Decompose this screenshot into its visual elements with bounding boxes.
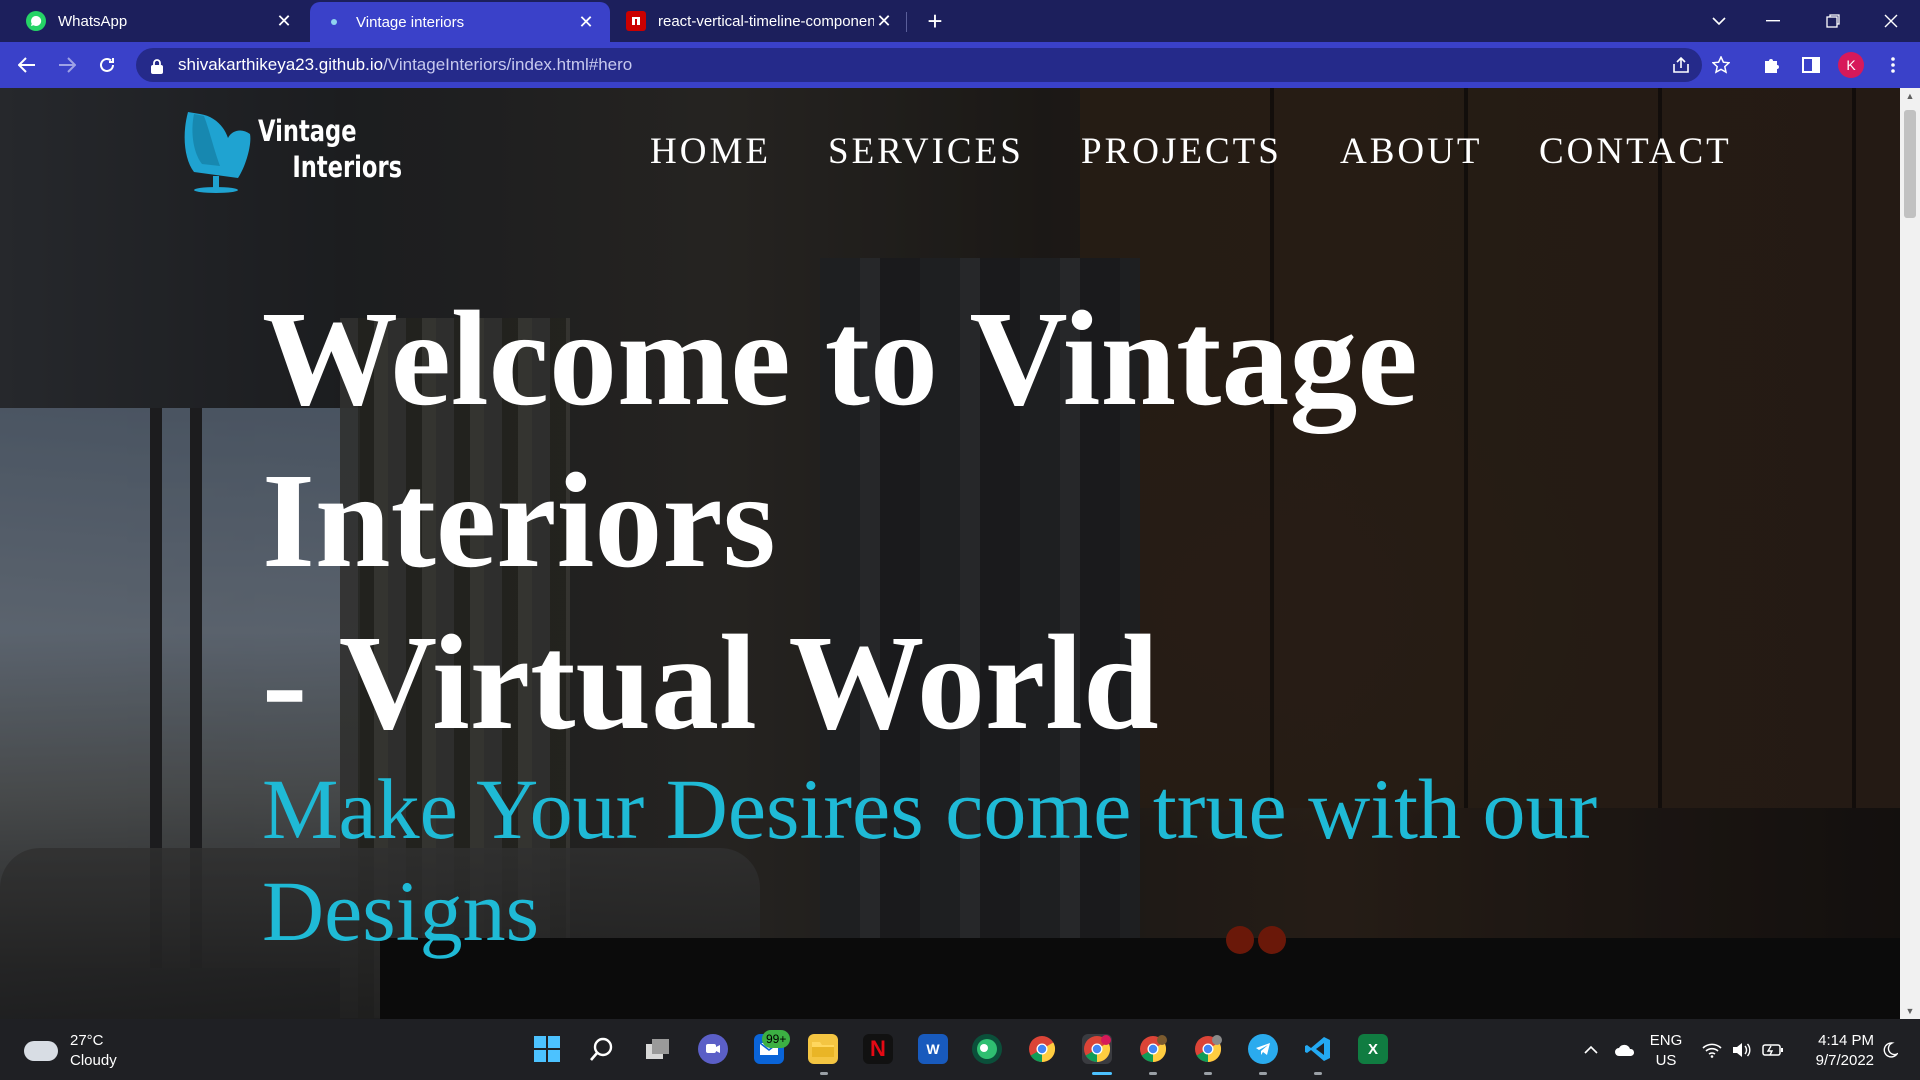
nav-services[interactable]: SERVICES bbox=[828, 130, 1024, 173]
hero-title-line-3: - Virtual World bbox=[262, 608, 1159, 758]
chrome-profile-k-icon[interactable] bbox=[1082, 1034, 1112, 1064]
running-indicator bbox=[820, 1072, 828, 1075]
url-text: shivakarthikeya23.github.io/VintageInter… bbox=[178, 55, 632, 75]
input-language-indicator[interactable]: ENG US bbox=[1648, 1031, 1684, 1071]
page-scrollbar[interactable]: ▲ ▼ bbox=[1900, 88, 1920, 1019]
tab-title: Vintage interiors bbox=[356, 13, 465, 31]
search-icon[interactable] bbox=[587, 1034, 617, 1064]
whatsapp-icon bbox=[26, 11, 46, 31]
share-icon[interactable] bbox=[1666, 50, 1696, 80]
focus-assist-moon-icon[interactable] bbox=[1882, 1019, 1898, 1080]
nav-contact[interactable]: CONTACT bbox=[1539, 130, 1732, 173]
chrome-menu-icon[interactable] bbox=[1878, 50, 1908, 80]
chrome-icon[interactable] bbox=[1027, 1034, 1057, 1064]
url-path: /VintageInteriors/index.html#hero bbox=[383, 55, 633, 74]
hero-title: Welcome to Vintage Interiors - Virtual W… bbox=[262, 278, 1562, 764]
hero-title-line-1: Welcome to Vintage bbox=[262, 284, 1418, 434]
browser-tab-strip: WhatsApp ✕ Vintage interiors ✕ react-ver… bbox=[0, 0, 1920, 42]
nav-projects[interactable]: PROJECTS bbox=[1081, 130, 1282, 173]
keyboard-layout: US bbox=[1655, 1052, 1677, 1069]
close-icon[interactable]: ✕ bbox=[576, 12, 596, 33]
word-icon[interactable]: W bbox=[918, 1034, 948, 1064]
site-favicon bbox=[324, 12, 344, 32]
chrome-profile-3-icon[interactable] bbox=[1193, 1034, 1223, 1064]
site-logo[interactable]: Vintage Interiors bbox=[180, 104, 443, 194]
language-code: ENG bbox=[1649, 1032, 1683, 1049]
forward-arrow-icon[interactable] bbox=[52, 50, 82, 80]
windows-taskbar: 27°C Cloudy N W X ENG US 4:14 PM 9/7/202… bbox=[0, 1019, 1920, 1080]
clock-time: 4:14 PM bbox=[1818, 1032, 1874, 1049]
close-icon[interactable]: ✕ bbox=[274, 11, 294, 32]
show-hidden-icons-chevron-icon[interactable] bbox=[1584, 1019, 1598, 1080]
onedrive-cloud-icon[interactable] bbox=[1614, 1019, 1636, 1080]
tab-title: WhatsApp bbox=[58, 12, 128, 30]
logo-line-1: Vintage bbox=[258, 114, 357, 148]
tab-vintage-interiors[interactable]: Vintage interiors ✕ bbox=[310, 2, 610, 42]
armchair-icon bbox=[184, 112, 251, 193]
running-indicator bbox=[1259, 1072, 1267, 1075]
tab-search-chevron-icon[interactable] bbox=[1694, 0, 1744, 42]
cloud-icon bbox=[24, 1041, 58, 1061]
close-window-icon[interactable] bbox=[1866, 0, 1916, 42]
hero-subtitle: Make Your Desires come true with our Des… bbox=[262, 761, 1598, 959]
profile-avatar[interactable]: K bbox=[1838, 52, 1864, 78]
npm-icon bbox=[626, 11, 646, 31]
url-host: shivakarthikeya23.github.io bbox=[178, 55, 384, 74]
lock-icon[interactable] bbox=[150, 58, 164, 74]
running-indicator bbox=[1149, 1072, 1157, 1075]
task-view-icon[interactable] bbox=[643, 1034, 673, 1064]
logo-text: Vintage Interiors bbox=[258, 113, 402, 185]
system-clock[interactable]: 4:14 PM 9/7/2022 bbox=[1800, 1031, 1874, 1071]
address-bar[interactable]: shivakarthikeya23.github.io/VintageInter… bbox=[136, 48, 1702, 82]
edge-dev-icon[interactable] bbox=[972, 1034, 1002, 1064]
chrome-profile-2-icon[interactable] bbox=[1138, 1034, 1168, 1064]
clock-date: 9/7/2022 bbox=[1815, 1052, 1874, 1069]
volume-icon[interactable] bbox=[1732, 1019, 1752, 1080]
scrollbar-thumb[interactable] bbox=[1904, 110, 1916, 218]
mail-unread-badge: 99+ bbox=[762, 1030, 791, 1048]
weather-condition: Cloudy bbox=[70, 1052, 117, 1069]
tab-whatsapp[interactable]: WhatsApp ✕ bbox=[12, 0, 308, 42]
scroll-up-arrow-icon[interactable]: ▲ bbox=[1900, 88, 1920, 104]
close-icon[interactable]: ✕ bbox=[874, 11, 894, 32]
scroll-down-arrow-icon[interactable]: ▼ bbox=[1900, 1003, 1920, 1019]
nav-about[interactable]: ABOUT bbox=[1340, 130, 1482, 173]
file-explorer-icon[interactable] bbox=[808, 1034, 838, 1064]
nav-home[interactable]: HOME bbox=[650, 130, 771, 173]
side-panel-icon[interactable] bbox=[1796, 50, 1826, 80]
tab-separator bbox=[906, 12, 907, 32]
browser-toolbar: shivakarthikeya23.github.io/VintageInter… bbox=[0, 42, 1920, 88]
tab-react-vertical-timeline[interactable]: react-vertical-timeline-component ✕ bbox=[612, 0, 908, 42]
telegram-icon[interactable] bbox=[1248, 1034, 1278, 1064]
windows-start-icon[interactable] bbox=[532, 1034, 562, 1064]
logo-line-2: Interiors bbox=[292, 150, 403, 184]
weather-temperature: 27°C bbox=[70, 1032, 104, 1049]
new-tab-button[interactable]: + bbox=[920, 6, 950, 36]
minimize-icon[interactable] bbox=[1748, 0, 1798, 42]
active-indicator bbox=[1092, 1072, 1112, 1075]
bookmark-star-icon[interactable] bbox=[1706, 50, 1736, 80]
extensions-puzzle-icon[interactable] bbox=[1756, 50, 1786, 80]
hero-title-line-2: Interiors bbox=[262, 446, 776, 596]
netflix-icon[interactable]: N bbox=[863, 1034, 893, 1064]
running-indicator bbox=[1204, 1072, 1212, 1075]
teams-chat-icon[interactable] bbox=[698, 1034, 728, 1064]
restore-icon[interactable] bbox=[1808, 0, 1858, 42]
running-indicator bbox=[1314, 1072, 1322, 1075]
vscode-icon[interactable] bbox=[1303, 1034, 1333, 1064]
battery-icon[interactable] bbox=[1762, 1019, 1784, 1080]
wifi-icon[interactable] bbox=[1702, 1019, 1722, 1080]
reload-icon[interactable] bbox=[92, 50, 122, 80]
excel-icon[interactable]: X bbox=[1358, 1034, 1388, 1064]
back-arrow-icon[interactable] bbox=[12, 50, 42, 80]
tab-title: react-vertical-timeline-component bbox=[658, 12, 874, 30]
weather-widget[interactable]: 27°C Cloudy bbox=[24, 1031, 117, 1071]
